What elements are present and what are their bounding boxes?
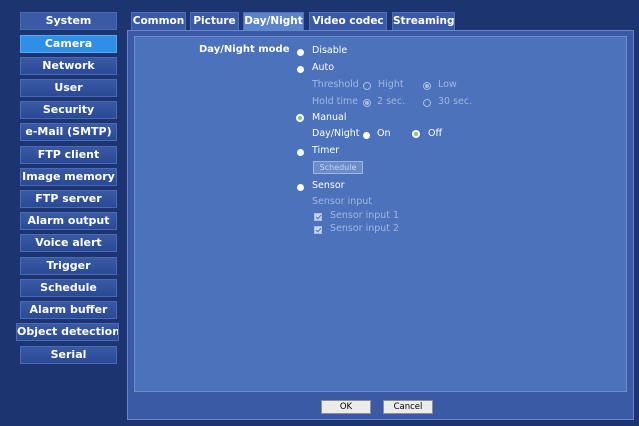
sensor-input-1-label: Sensor input 1 bbox=[330, 210, 400, 221]
sidebar-item-network[interactable]: Network bbox=[20, 57, 117, 75]
tab-picture[interactable]: Picture bbox=[190, 12, 239, 30]
on-label: On bbox=[377, 128, 391, 139]
sidebar-item-security[interactable]: Security bbox=[20, 101, 117, 119]
radio-disable[interactable] bbox=[297, 49, 304, 56]
radio-timer[interactable] bbox=[297, 149, 304, 156]
radio-sensor[interactable] bbox=[297, 184, 304, 191]
sidebar-item-alarm-output[interactable]: Alarm output bbox=[20, 212, 117, 230]
sensor-input-2-label: Sensor input 2 bbox=[330, 223, 400, 234]
auto-label: Auto bbox=[312, 62, 335, 73]
sidebar-item-email-smtp[interactable]: e-Mail (SMTP) bbox=[20, 123, 117, 141]
off-label: Off bbox=[428, 128, 443, 139]
sidebar-item-ftp-client[interactable]: FTP client bbox=[20, 146, 117, 164]
tab-common[interactable]: Common bbox=[131, 12, 186, 30]
ok-button[interactable]: OK bbox=[321, 400, 371, 414]
sidebar-item-image-memory[interactable]: Image memory bbox=[20, 168, 117, 186]
radio-auto[interactable] bbox=[297, 66, 304, 73]
sidebar-item-ftp-server[interactable]: FTP server bbox=[20, 190, 117, 208]
sidebar-item-object-detection[interactable]: Object detection bbox=[16, 323, 119, 341]
sidebar-item-schedule[interactable]: Schedule bbox=[20, 279, 117, 297]
radio-daynight-on[interactable] bbox=[363, 132, 370, 139]
hold-2sec-label: 2 sec. bbox=[377, 96, 406, 107]
hold-time-label: Hold time bbox=[312, 96, 359, 107]
sidebar-item-trigger[interactable]: Trigger bbox=[20, 257, 117, 275]
sidebar-item-camera[interactable]: Camera bbox=[20, 35, 117, 53]
tab-video-codec[interactable]: Video codec bbox=[309, 12, 387, 30]
radio-hold-30sec[interactable] bbox=[423, 99, 431, 107]
threshold-low-label: Low bbox=[438, 79, 457, 90]
disable-label: Disable bbox=[312, 45, 348, 56]
tab-day-night[interactable]: Day/Night bbox=[243, 12, 304, 30]
manual-label: Manual bbox=[312, 112, 347, 123]
sidebar-item-system[interactable]: System bbox=[20, 12, 117, 30]
radio-threshold-low[interactable] bbox=[423, 82, 431, 90]
timer-label: Timer bbox=[312, 145, 340, 156]
sidebar-item-voice-alert[interactable]: Voice alert bbox=[20, 234, 117, 252]
threshold-label: Threshold bbox=[312, 79, 359, 90]
radio-manual[interactable] bbox=[296, 114, 304, 122]
day-night-mode-label: Day/Night mode bbox=[199, 44, 290, 55]
sidebar-item-alarm-buffer[interactable]: Alarm buffer bbox=[20, 301, 117, 319]
cancel-button[interactable]: Cancel bbox=[383, 400, 433, 414]
threshold-high-label: Hight bbox=[378, 79, 404, 90]
radio-hold-2sec[interactable] bbox=[363, 99, 371, 107]
sensor-input-label: Sensor input bbox=[312, 196, 373, 207]
radio-threshold-high[interactable] bbox=[363, 82, 371, 90]
hold-30sec-label: 30 sec. bbox=[438, 96, 473, 107]
radio-daynight-off[interactable] bbox=[412, 130, 420, 138]
tab-streaming[interactable]: Streaming bbox=[392, 12, 455, 30]
sensor-label: Sensor bbox=[312, 180, 345, 191]
sidebar-item-serial[interactable]: Serial bbox=[20, 346, 117, 364]
sidebar-item-user[interactable]: User bbox=[20, 79, 117, 97]
checkbox-sensor-input-2[interactable] bbox=[314, 226, 322, 234]
sidebar: System Camera Network User Security e-Ma… bbox=[0, 0, 123, 426]
day-night-label: Day/Night bbox=[312, 128, 360, 139]
checkbox-sensor-input-1[interactable] bbox=[314, 213, 322, 221]
schedule-button[interactable]: Schedule bbox=[313, 161, 363, 174]
